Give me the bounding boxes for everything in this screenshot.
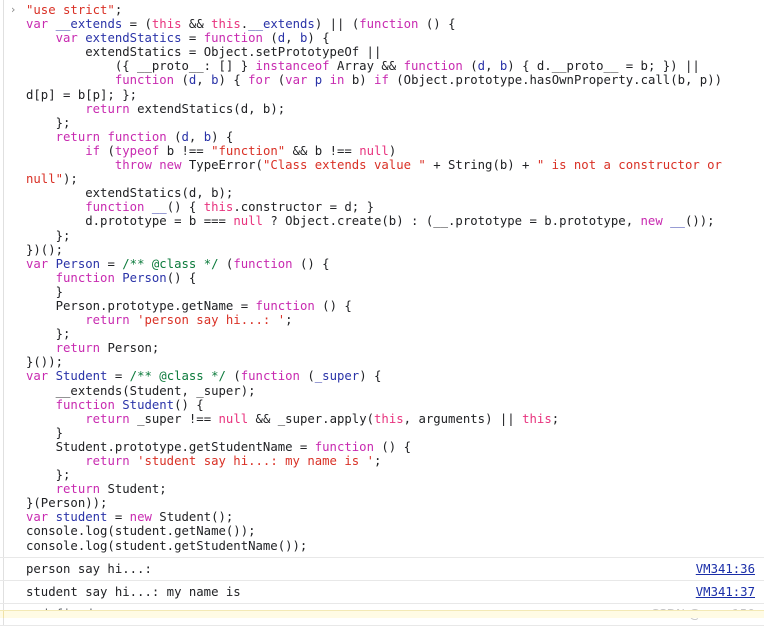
console-input-code[interactable]: "use strict"; var __extends = (this && t…	[26, 3, 756, 553]
console-warning-strip	[0, 610, 764, 618]
log-message: student say hi...: my name is	[26, 584, 241, 599]
console-log-row[interactable]: student say hi...: my name is VM341:37	[0, 580, 764, 604]
log-message: person say hi...:	[26, 561, 152, 576]
prompt-chevron-icon: ›	[11, 3, 16, 16]
devtools-console-panel: › "use strict"; var __extends = (this &&…	[0, 0, 764, 626]
console-input-row[interactable]: › "use strict"; var __extends = (this &&…	[0, 0, 764, 558]
log-source-link[interactable]: VM341:37	[696, 585, 755, 599]
console-log-row[interactable]: person say hi...: VM341:36	[0, 557, 764, 581]
log-source-link[interactable]: VM341:36	[696, 562, 755, 576]
